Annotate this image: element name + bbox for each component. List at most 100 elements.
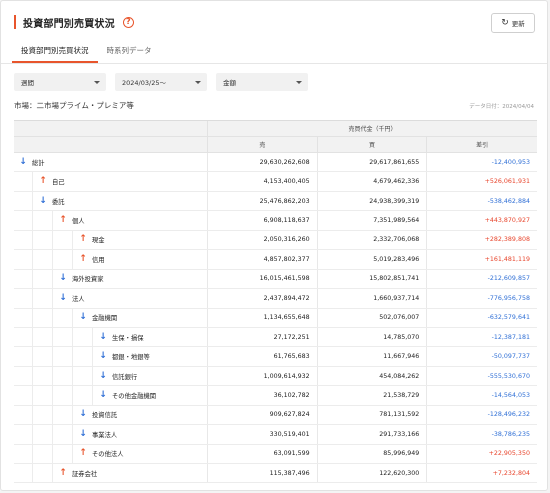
- indent-guide: [32, 172, 33, 192]
- sell-value: 2,050,316,260: [208, 230, 318, 250]
- sell-value: 1,134,655,648: [208, 308, 318, 327]
- buy-value: 11,667,946: [318, 347, 428, 366]
- table-row[interactable]: ↓ 事業法人 330,519,401 291,733,166 -38,786,235: [14, 425, 537, 445]
- row-label: 都銀・地銀等: [112, 354, 150, 362]
- buy-value: 85,996,949: [318, 444, 428, 463]
- net-value: -14,564,053: [491, 391, 530, 399]
- table-row[interactable]: ↓ 法人 2,437,894,472 1,660,937,714 -776,956,75…: [14, 289, 537, 309]
- data-date: データ日付：2024/04/04: [469, 104, 534, 110]
- unit-select-value: 金額: [223, 79, 236, 87]
- net-value: +7,232,804: [492, 469, 530, 477]
- net-value: -776,956,758: [487, 294, 530, 302]
- table-row[interactable]: ↓ 金融機関 1,134,655,648 502,076,007 -632,579,64…: [14, 308, 537, 328]
- row-label-cell: ↓ 法人: [14, 289, 208, 309]
- buy-value: 4,679,462,336: [318, 172, 428, 191]
- indent-guide: [32, 289, 33, 309]
- indent-guide: [72, 250, 73, 270]
- row-label: 海外投資家: [72, 276, 104, 284]
- indent-guide: [52, 464, 53, 484]
- indent-guide: [52, 425, 53, 445]
- indent-guide: [52, 230, 53, 251]
- refresh-icon: ↻: [501, 17, 509, 28]
- help-icon[interactable]: ?: [122, 16, 134, 28]
- arrow-up-icon: ↑: [39, 176, 47, 187]
- table-row[interactable]: ↑ 証券会社 115,387,496 122,620,300 +7,232,804: [14, 464, 537, 484]
- net-value: -212,609,857: [487, 275, 530, 283]
- buy-value: 15,802,851,741: [318, 269, 428, 289]
- row-label: 現金: [92, 237, 105, 245]
- row-label-cell: ↓ その他金融機関: [14, 386, 208, 406]
- indent-guide: [52, 289, 53, 309]
- tab-time-series[interactable]: 時系列データ: [98, 44, 161, 63]
- indent-guide: [72, 444, 73, 464]
- indent-guide: [52, 386, 53, 406]
- title-accent-bar: [14, 15, 16, 29]
- arrow-up-icon: ↑: [79, 234, 87, 245]
- indent-guide: [32, 230, 33, 251]
- arrow-down-icon: ↓: [99, 389, 107, 400]
- indent-guide: [92, 386, 93, 406]
- sell-value: 909,627,824: [208, 405, 318, 425]
- table-row[interactable]: ↑ 個人 6,908,118,637 7,351,989,564 +443,870,92…: [14, 211, 537, 231]
- indent-guide: [72, 230, 73, 251]
- indent-guide: [32, 191, 33, 212]
- tab-investor-trading[interactable]: 投資部門別売買状況: [12, 44, 98, 63]
- page-title: 投資部門別売買状況: [23, 18, 115, 30]
- table-row[interactable]: ↑ 現金 2,050,316,260 2,332,706,068 +282,389,80…: [14, 230, 537, 251]
- row-label-cell: ↑ 現金: [14, 230, 208, 251]
- net-value: -538,462,884: [487, 197, 530, 205]
- net-value: -50,097,737: [491, 353, 530, 361]
- table-row[interactable]: ↑ 自己 4,153,400,405 4,679,462,336 +526,061,93…: [14, 172, 537, 192]
- arrow-down-icon: ↓: [99, 331, 107, 342]
- table-row[interactable]: ↓ 投資信託 909,627,824 781,131,592 -128,496,232: [14, 405, 537, 426]
- date-select[interactable]: 2024/03/25〜: [115, 73, 207, 91]
- indent-guide: [72, 405, 73, 426]
- header-blank-cell: [14, 121, 208, 136]
- buy-value: 5,019,283,496: [318, 250, 428, 269]
- table-row[interactable]: ↓ 信託銀行 1,009,614,932 454,084,262 -555,530,67…: [14, 366, 537, 387]
- table-row[interactable]: ↓ 生保・損保 27,172,251 14,785,070 -12,387,181: [14, 327, 537, 348]
- row-label: 委託: [52, 198, 65, 206]
- arrow-up-icon: ↑: [59, 215, 67, 226]
- table-row[interactable]: ↓ その他金融機関 36,102,782 21,538,729 -14,564,053: [14, 386, 537, 406]
- update-button[interactable]: ↻ 更新: [491, 13, 535, 33]
- indent-guide: [32, 308, 33, 328]
- table-row[interactable]: ↓ 都銀・地銀等 61,765,683 11,667,946 -50,097,737: [14, 347, 537, 367]
- indent-guide: [72, 386, 73, 406]
- row-label: 総計: [32, 159, 45, 167]
- buy-value: 454,084,262: [318, 366, 428, 386]
- indent-guide: [32, 269, 33, 290]
- period-select-value: 週間: [21, 79, 34, 87]
- header-sell: 売: [208, 137, 318, 152]
- sell-value: 36,102,782: [208, 386, 318, 405]
- arrow-up-icon: ↑: [59, 467, 67, 478]
- sell-value: 2,437,894,472: [208, 289, 318, 308]
- table-row[interactable]: ↓ 海外投資家 16,015,461,598 15,802,851,741 -212,6…: [14, 269, 537, 290]
- buy-value: 781,131,592: [318, 405, 428, 425]
- indent-guide: [32, 250, 33, 270]
- arrow-up-icon: ↑: [79, 253, 87, 264]
- indent-guide: [52, 269, 53, 290]
- indent-guide: [32, 464, 33, 484]
- row-label: 生保・損保: [112, 334, 144, 342]
- table-row[interactable]: ↓ 委託 25,476,862,203 24,938,399,319 -538,462,…: [14, 191, 537, 212]
- period-select[interactable]: 週間: [14, 73, 106, 91]
- indent-guide: [52, 250, 53, 270]
- net-value: +22,905,350: [488, 450, 530, 458]
- table-row[interactable]: ↑ 信用 4,857,802,377 5,019,283,496 +161,481,11…: [14, 250, 537, 270]
- filter-bar: 週間 2024/03/25〜 金額: [14, 73, 317, 91]
- table-header-group-row: 売買代金（千円）: [14, 121, 537, 137]
- sell-value: 6,908,118,637: [208, 211, 318, 230]
- indent-guide: [32, 327, 33, 348]
- arrow-up-icon: ↑: [79, 448, 87, 459]
- unit-select[interactable]: 金額: [216, 73, 308, 91]
- table-body: ↓ 総計 29,630,262,608 29,617,861,655 -12,400,9…: [14, 153, 537, 484]
- arrow-down-icon: ↓: [19, 156, 27, 167]
- table-row[interactable]: ↑ その他法人 63,091,599 85,996,949 +22,905,350: [14, 444, 537, 464]
- row-label-cell: ↑ 証券会社: [14, 464, 208, 484]
- row-label-cell: ↑ 自己: [14, 172, 208, 192]
- table-row[interactable]: ↓ 総計 29,630,262,608 29,617,861,655 -12,400,9…: [14, 153, 537, 173]
- net-value: -632,579,641: [487, 314, 530, 322]
- sell-value: 4,857,802,377: [208, 250, 318, 269]
- net-value: +282,389,808: [484, 236, 530, 244]
